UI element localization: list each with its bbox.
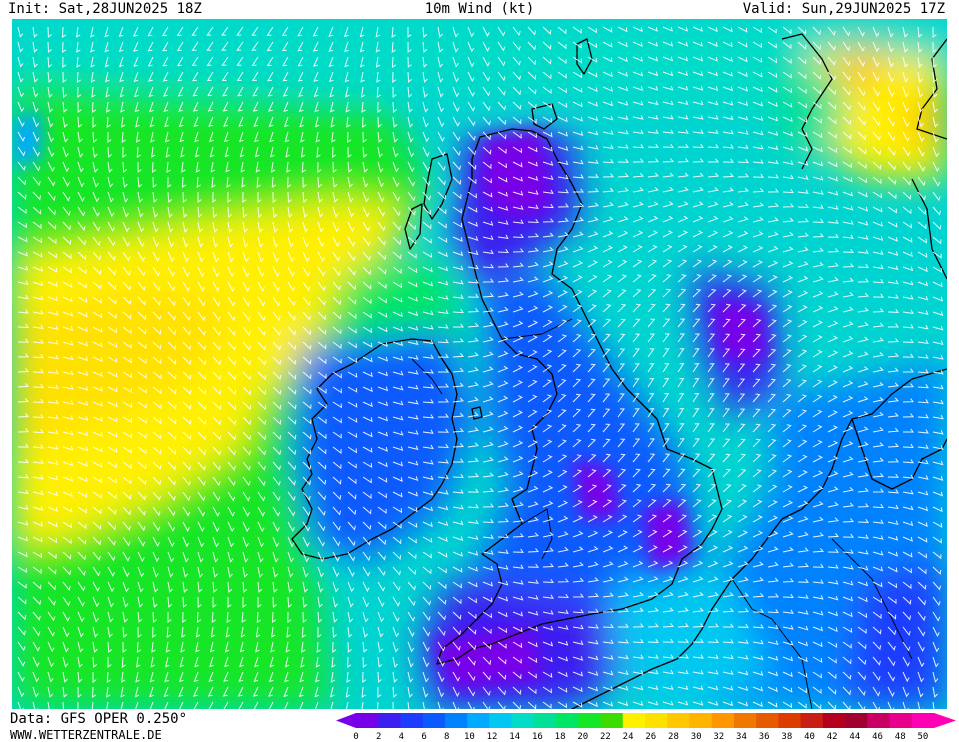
scale-swatch bbox=[711, 713, 735, 728]
scale-swatch bbox=[556, 713, 579, 728]
scale-tick-label: 6 bbox=[421, 732, 426, 741]
scale-swatch bbox=[400, 713, 424, 728]
scale-swatch bbox=[444, 713, 468, 728]
scale-tick-label: 42 bbox=[827, 732, 838, 741]
scale-tick-label: 36 bbox=[759, 732, 770, 741]
scale-swatch bbox=[689, 713, 713, 728]
scale-tick-label: 46 bbox=[872, 732, 883, 741]
scale-swatch bbox=[889, 713, 913, 728]
scale-tick-label: 24 bbox=[623, 732, 634, 741]
scale-tick-label: 8 bbox=[444, 732, 449, 741]
scale-arrow-low bbox=[336, 713, 356, 728]
wind-map bbox=[12, 19, 947, 709]
scale-tick-label: 28 bbox=[668, 732, 679, 741]
scale-arrow-high bbox=[934, 713, 956, 728]
scale-tick-label: 44 bbox=[849, 732, 860, 741]
scale-swatch bbox=[645, 713, 668, 728]
scale-swatch bbox=[800, 713, 824, 728]
website-label: WWW.WETTERZENTRALE.DE bbox=[10, 728, 162, 742]
scale-swatch bbox=[622, 713, 646, 728]
scale-tick-label: 34 bbox=[736, 732, 747, 741]
scale-swatch bbox=[845, 713, 868, 728]
scale-tick-label: 26 bbox=[645, 732, 656, 741]
scale-tick-label: 32 bbox=[713, 732, 724, 741]
data-source-label: Data: GFS OPER 0.250° bbox=[10, 711, 188, 727]
scale-tick-label: 48 bbox=[895, 732, 906, 741]
scale-swatch bbox=[600, 713, 624, 728]
scale-tick-label: 18 bbox=[555, 732, 566, 741]
scale-swatch bbox=[667, 713, 690, 728]
scale-tick-label: 38 bbox=[781, 732, 792, 741]
scale-swatch bbox=[533, 713, 557, 728]
scale-tick-label: 16 bbox=[532, 732, 543, 741]
scale-tick-label: 40 bbox=[804, 732, 815, 741]
scale-tick-label: 10 bbox=[464, 732, 475, 741]
scale-tick-label: 2 bbox=[376, 732, 381, 741]
scale-swatch bbox=[867, 713, 891, 728]
color-scale-legend: 0 2 4 6 8 10 12 14 16 18 20 22 24 26 28 30 32 34 36 38 40 42 4… bbox=[336, 713, 956, 741]
scale-tick-label: 0 bbox=[353, 732, 358, 741]
valid-time-label: Valid: Sun,29JUN2025 17Z bbox=[742, 1, 945, 17]
scale-tick-label: 22 bbox=[600, 732, 611, 741]
scale-swatch bbox=[911, 713, 935, 728]
scale-swatch bbox=[356, 713, 379, 728]
scale-tick-label: 50 bbox=[917, 732, 928, 741]
scale-swatch bbox=[467, 713, 490, 728]
scale-swatch bbox=[578, 713, 602, 728]
scale-swatch bbox=[822, 713, 846, 728]
scale-swatch bbox=[778, 713, 802, 728]
scale-swatch bbox=[378, 713, 401, 728]
scale-tick-label: 4 bbox=[399, 732, 404, 741]
scale-tick-label: 14 bbox=[509, 732, 520, 741]
scale-swatch bbox=[511, 713, 535, 728]
scale-swatch bbox=[489, 713, 513, 728]
scale-tick-label: 30 bbox=[691, 732, 702, 741]
scale-swatch bbox=[733, 713, 757, 728]
scale-swatch bbox=[756, 713, 779, 728]
scale-tick-label: 12 bbox=[487, 732, 498, 741]
scale-tick-label: 20 bbox=[577, 732, 588, 741]
scale-swatch bbox=[422, 713, 446, 728]
